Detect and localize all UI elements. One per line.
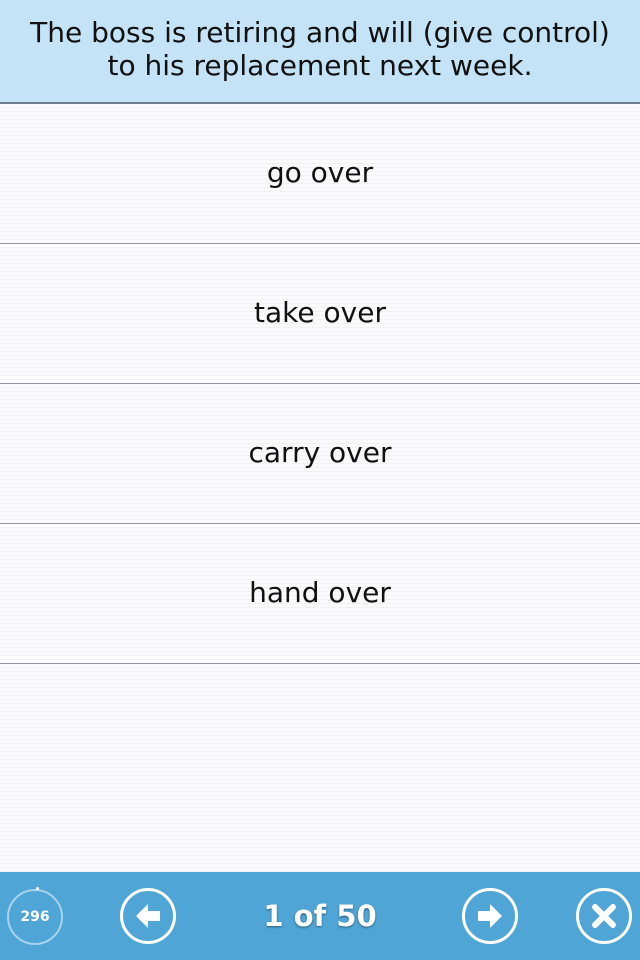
score-value: 296 [20, 909, 50, 925]
arrow-left-icon [136, 904, 160, 928]
question-header: The boss is retiring and will (give cont… [0, 0, 640, 104]
close-button[interactable] [576, 888, 632, 944]
answer-option-label: go over [266, 156, 374, 189]
answer-option-label: take over [254, 296, 386, 329]
question-text: The boss is retiring and will (give cont… [30, 16, 610, 82]
answer-option-label: carry over [248, 436, 392, 469]
answer-options-list: go over take over carry over hand over [0, 104, 640, 872]
next-button[interactable] [462, 888, 518, 944]
arrow-right-icon [478, 904, 502, 928]
score-indicator: 296 [7, 887, 63, 945]
answer-option-label: hand over [249, 576, 391, 609]
answer-option[interactable]: hand over [0, 524, 640, 664]
answer-option[interactable]: go over [0, 104, 640, 244]
score-progress-dot [36, 887, 39, 890]
answer-option[interactable]: take over [0, 244, 640, 384]
previous-button[interactable] [120, 888, 176, 944]
page-indicator: 1 of 50 [263, 899, 377, 933]
answer-option[interactable]: carry over [0, 384, 640, 524]
bottom-navigation-bar: 296 1 of 50 [0, 872, 640, 960]
close-icon [592, 904, 616, 928]
